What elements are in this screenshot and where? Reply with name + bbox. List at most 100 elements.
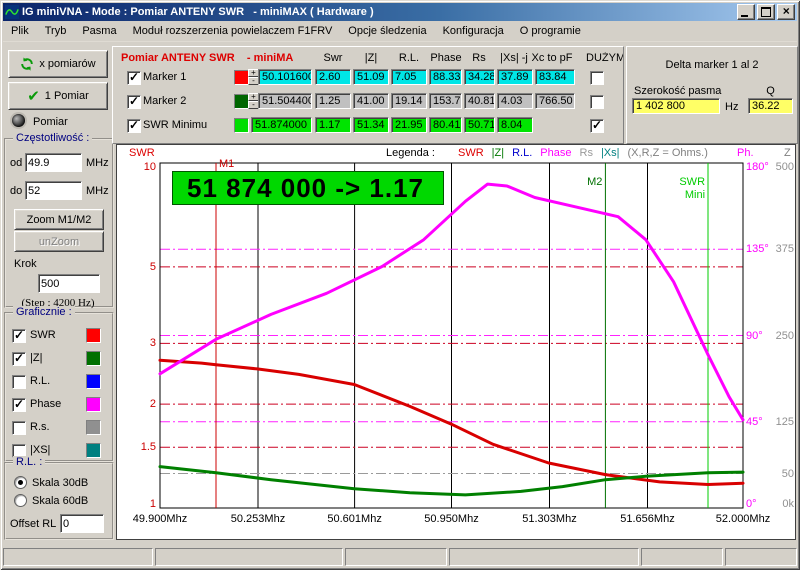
- status-panel: [725, 548, 797, 566]
- trace-checkbox-swr[interactable]: [12, 329, 26, 343]
- marker2-swr: 1.25: [315, 93, 351, 109]
- marker1-rs: 34.28: [464, 69, 495, 85]
- status-bar: [3, 546, 797, 566]
- q-value: 36.22: [748, 98, 793, 114]
- trace-checkbox-phase[interactable]: [12, 398, 26, 412]
- delta-marker-panel: Delta marker 1 al 2 Szerokość pasma Q 1 …: [626, 46, 798, 144]
- swr-min-xs: 8.04: [497, 117, 533, 133]
- traces-panel-title: Graficznie :: [13, 306, 75, 318]
- rl-scale-60db-label: Skala 60dB: [32, 495, 88, 507]
- step-input[interactable]: [38, 274, 100, 293]
- swr-min-big-display-checkbox[interactable]: [590, 119, 604, 133]
- traces-panel: Graficznie : SWR |Z| R.L. Phase R.s. |XS…: [4, 312, 114, 462]
- swr-min-checkbox[interactable]: [127, 119, 141, 133]
- bandwidth-unit: Hz: [725, 101, 738, 113]
- title-bar: IG miniVNA - Mode : Pomiar ANTENY SWR - …: [3, 3, 797, 21]
- rl-scale-60db-radio[interactable]: [14, 494, 27, 507]
- rl-offset-label: Offset RL: [10, 518, 56, 530]
- column-header-xc: Xc to pF: [527, 52, 577, 64]
- swr-min-swr: 1.17: [315, 117, 351, 133]
- single-measure-button[interactable]: ✔ 1 Pomiar: [8, 82, 108, 110]
- rl-offset-input[interactable]: [60, 514, 104, 533]
- application-window: IG miniVNA - Mode : Pomiar ANTENY SWR - …: [0, 0, 800, 570]
- refresh-icon: [20, 57, 34, 71]
- trace-checkbox-z[interactable]: [12, 352, 26, 366]
- menu-item-opcje[interactable]: Opcje śledzenia: [340, 22, 434, 41]
- swr-min-frequency: 51.874000: [251, 117, 312, 133]
- minimize-button[interactable]: [737, 4, 755, 20]
- marker1-color-swatch: [234, 70, 249, 85]
- bandwidth-value: 1 402 800: [632, 98, 720, 114]
- marker2-rs: 40.81: [464, 93, 495, 109]
- marker1-xc: 83.84: [535, 69, 575, 85]
- marker1-xs: 37.89: [497, 69, 533, 85]
- menu-item-konfiguracja[interactable]: Konfiguracja: [435, 22, 512, 41]
- swr-min-phase: 80.41: [429, 117, 462, 133]
- unzoom-button[interactable]: unZoom: [14, 231, 104, 252]
- rl-scale-panel: R.L. : Skala 30dB Skala 60dB Offset RL: [4, 462, 114, 540]
- marker1-phase: 88.33: [429, 69, 462, 85]
- freq-to-label: do: [10, 185, 22, 197]
- trace-swatch-rs: [86, 420, 101, 435]
- trace-label-rs: R.s.: [30, 421, 50, 433]
- single-measure-label: 1 Pomiar: [45, 90, 89, 102]
- rl-panel-title: R.L. :: [13, 456, 45, 468]
- marker2-big-display-checkbox[interactable]: [590, 95, 604, 109]
- menu-item-plik[interactable]: Plik: [3, 22, 37, 41]
- marker1-rl: 7.05: [391, 69, 427, 85]
- swr-min-color-swatch: [234, 118, 249, 133]
- step-label: Krok: [14, 258, 37, 270]
- multi-measure-button[interactable]: x pomiarów: [8, 50, 108, 78]
- trace-label-z: |Z|: [30, 352, 42, 364]
- q-label: Q: [748, 85, 793, 97]
- zoom-m1-m2-button[interactable]: Zoom M1/M2: [14, 209, 104, 230]
- swr-min-z: 51.34: [353, 117, 389, 133]
- trace-checkbox-rl[interactable]: [12, 375, 26, 389]
- marker2-z: 41.00: [353, 93, 389, 109]
- status-panel: [345, 548, 447, 566]
- trace-label-rl: R.L.: [30, 375, 50, 387]
- marker2-phase: 153.78: [429, 93, 462, 109]
- trace-swatch-z: [86, 351, 101, 366]
- trace-swatch-xs: [86, 443, 101, 458]
- rl-scale-30db-label: Skala 30dB: [32, 477, 88, 489]
- frequency-panel-title: Częstotliwość :: [13, 132, 92, 144]
- marker2-xs: 4.03: [497, 93, 533, 109]
- swr-min-label: SWR Minimu: [143, 119, 231, 131]
- freq-from-label: od: [10, 157, 22, 169]
- status-panel: [155, 548, 343, 566]
- freq-to-input[interactable]: [25, 181, 82, 200]
- marker1-label: Marker 1: [143, 71, 186, 83]
- trace-checkbox-rs[interactable]: [12, 421, 26, 435]
- swr-min-rl: 21.95: [391, 117, 427, 133]
- chart-panel[interactable]: [116, 144, 796, 540]
- status-panel: [3, 548, 153, 566]
- status-panel: [641, 548, 723, 566]
- marker2-checkbox[interactable]: [127, 95, 141, 109]
- marker2-rl: 19.14: [391, 93, 427, 109]
- window-title: IG miniVNA - Mode : Pomiar ANTENY SWR - …: [22, 6, 737, 18]
- close-button[interactable]: ×: [777, 4, 795, 20]
- menu-item-o-programie[interactable]: O programie: [512, 22, 589, 41]
- maximize-button[interactable]: [757, 4, 775, 20]
- rl-scale-30db-radio[interactable]: [14, 476, 27, 489]
- menu-item-tryb[interactable]: Tryb: [37, 22, 75, 41]
- marker1-frequency: 50.101600: [258, 69, 312, 85]
- marker1-big-display-checkbox[interactable]: [590, 71, 604, 85]
- trace-swatch-swr: [86, 328, 101, 343]
- measurement-title: Pomiar ANTENY SWR - miniMA: [121, 52, 293, 64]
- menu-item-pasma[interactable]: Pasma: [74, 22, 124, 41]
- marker1-checkbox[interactable]: [127, 71, 141, 85]
- freq-from-input[interactable]: [25, 153, 82, 172]
- marker-table-panel: Pomiar ANTENY SWR - miniMA Swr |Z| R.L. …: [112, 46, 624, 144]
- column-header-duzymi: DUŻYMI: [586, 52, 624, 64]
- frequency-panel: Częstotliwość : od MHz do MHz Zoom M1/M2…: [4, 138, 114, 308]
- measure-led-indicator: [12, 114, 25, 127]
- marker2-xc: 766.50: [535, 93, 575, 109]
- marker1-swr: 2.60: [315, 69, 351, 85]
- bandwidth-label: Szerokość pasma: [634, 85, 721, 97]
- trace-swatch-rl: [86, 374, 101, 389]
- menu-item-modul[interactable]: Moduł rozszerzenia powielaczem F1FRV: [125, 22, 341, 41]
- app-icon: [5, 5, 19, 19]
- check-icon: ✔: [27, 87, 40, 105]
